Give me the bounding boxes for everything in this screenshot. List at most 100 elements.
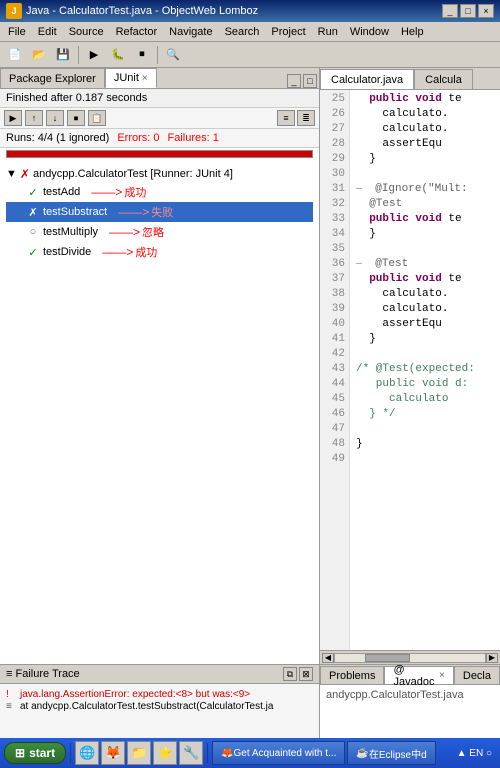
trace-btn-1[interactable]: ⧉ — [283, 667, 297, 681]
line-numbers: 25 26 27 28 29 30 31 32 33 34 35 36 37 3… — [320, 90, 350, 650]
tab-problems[interactable]: Problems — [320, 666, 384, 684]
time-display: ▲ EN ○ — [453, 748, 496, 759]
panel-controls: _ □ — [287, 74, 319, 88]
menu-project[interactable]: Project — [265, 24, 311, 40]
trace-btn-2[interactable]: ⊠ — [299, 667, 313, 681]
javadoc-close[interactable]: × — [439, 670, 445, 681]
suite-name: andycpp.CalculatorTest [Runner: JUnit 4] — [33, 168, 233, 180]
pass-icon-divide: ✓ — [26, 245, 40, 259]
failure-text-1: java.lang.AssertionError: expected:<8> b… — [20, 689, 250, 700]
menu-navigate[interactable]: Navigate — [163, 24, 218, 40]
test-case-add[interactable]: ✓ testAdd ——> 成功 — [6, 182, 313, 202]
menu-file[interactable]: File — [2, 24, 32, 40]
toolbar-save[interactable]: 💾 — [52, 45, 74, 65]
test-case-substract[interactable]: ✗ testSubstract ——> 失败 — [6, 202, 313, 222]
menu-edit[interactable]: Edit — [32, 24, 63, 40]
junit-prev-failure-btn[interactable]: ↑ — [25, 110, 43, 126]
failures-container: Failures: 1 — [168, 132, 219, 144]
panel-minimize-btn[interactable]: _ — [287, 74, 301, 88]
junit-stats: Runs: 4/4 (1 ignored) Errors: 0 Failures… — [0, 129, 319, 148]
taskbar-window-2[interactable]: ☕ 在Eclipse中d — [347, 741, 435, 765]
toolbar-new[interactable]: 📄 — [4, 45, 26, 65]
runs-label: Runs: 4/4 (1 ignored) — [6, 132, 109, 144]
scroll-thumb[interactable] — [365, 654, 410, 662]
ln-40: 40 — [324, 317, 345, 332]
toolbar-stop[interactable]: ⏹ — [131, 45, 153, 65]
editor-tab-calculator[interactable]: Calculator.java — [320, 69, 414, 89]
ln-34: 34 — [324, 227, 345, 242]
test-suite: ▼ ✗ andycpp.CalculatorTest [Runner: JUni… — [0, 164, 319, 264]
tab-package-explorer[interactable]: Package Explorer — [0, 68, 105, 88]
taskbar-firefox-label: 🦊 — [221, 748, 233, 759]
junit-rerun-btn[interactable]: ▶ — [4, 110, 22, 126]
junit-stop-btn[interactable]: ⏹ — [67, 110, 85, 126]
junit-tab-label: JUnit — [114, 72, 139, 84]
menu-bar: File Edit Source Refactor Navigate Searc… — [0, 22, 500, 42]
test-case-multiply[interactable]: ○ testMultiply ——> 忽略 — [6, 222, 313, 242]
junit-tab-close[interactable]: × — [142, 73, 148, 84]
app-icon: J — [6, 3, 22, 19]
declarations-label: Decla — [463, 670, 491, 682]
editor-tab-calcula[interactable]: Calcula — [414, 69, 473, 89]
ln-32: 32 — [324, 197, 345, 212]
start-button[interactable]: ⊞ start — [4, 742, 66, 764]
test-name-multiply: testMultiply — [43, 226, 98, 238]
test-name-divide: testDivide — [43, 246, 91, 258]
scroll-left-btn[interactable]: ◀ — [322, 653, 334, 663]
code-scrollbar[interactable]: ◀ ▶ — [320, 650, 500, 664]
code-44: public void d: — [356, 377, 494, 392]
maximize-button[interactable]: □ — [460, 4, 476, 18]
toolbar-debug[interactable]: 🐛 — [107, 45, 129, 65]
tab-junit[interactable]: JUnit × — [105, 68, 157, 88]
javadoc-label: @ Javadoc — [393, 664, 435, 688]
junit-collapse-btn[interactable]: ≡ — [277, 110, 295, 126]
tab-declarations[interactable]: Decla — [454, 666, 500, 684]
junit-next-failure-btn[interactable]: ↓ — [46, 110, 64, 126]
junit-expand-btn[interactable]: ≣ — [297, 110, 315, 126]
multiply-result: ——> 忽略 — [109, 224, 164, 240]
menu-search[interactable]: Search — [219, 24, 266, 40]
failure-trace-panel: ≡ Failure Trace ⧉ ⊠ ! java.lang.Assertio… — [0, 664, 319, 744]
test-case-divide[interactable]: ✓ testDivide ——> 成功 — [6, 242, 313, 262]
test-suite-header[interactable]: ▼ ✗ andycpp.CalculatorTest [Runner: JUni… — [6, 166, 313, 182]
junit-history-btn[interactable]: 📋 — [88, 110, 106, 126]
ln-37: 37 — [324, 272, 345, 287]
code-38: calculato. — [356, 287, 494, 302]
code-36: — @Test — [356, 257, 494, 272]
tab-javadoc[interactable]: @ Javadoc × — [384, 666, 453, 684]
code-content[interactable]: public void te calculato. calculato. ass… — [350, 90, 500, 650]
ln-43: 43 — [324, 362, 345, 377]
menu-help[interactable]: Help — [395, 24, 430, 40]
taskbar-ie-icon[interactable]: 🌐 — [75, 741, 99, 765]
taskbar-eclipse-label: ☕ — [356, 748, 368, 759]
panel-maximize-btn[interactable]: □ — [303, 74, 317, 88]
toolbar-search[interactable]: 🔍 — [162, 45, 184, 65]
menu-run[interactable]: Run — [312, 24, 344, 40]
taskbar-extra-icon[interactable]: 🔧 — [179, 741, 203, 765]
menu-source[interactable]: Source — [63, 24, 110, 40]
scroll-track[interactable] — [334, 653, 486, 663]
toolbar-open[interactable]: 📂 — [28, 45, 50, 65]
scroll-right-btn[interactable]: ▶ — [486, 653, 498, 663]
ln-44: 44 — [324, 377, 345, 392]
divide-label: 成功 — [135, 244, 157, 260]
failure-trace-header: ≡ Failure Trace ⧉ ⊠ — [0, 665, 319, 684]
toolbar-separator-1 — [78, 46, 79, 64]
ln-42: 42 — [324, 347, 345, 362]
code-46: } */ — [356, 407, 494, 422]
taskbar-folder-icon[interactable]: 📁 — [127, 741, 151, 765]
minimize-button[interactable]: _ — [442, 4, 458, 18]
menu-window[interactable]: Window — [344, 24, 395, 40]
code-43: /* @Test(expected: — [356, 362, 494, 377]
failure-line-1: ! java.lang.AssertionError: expected:<8>… — [6, 689, 313, 700]
toolbar: 📄 📂 💾 ▶ 🐛 ⏹ 🔍 — [0, 42, 500, 68]
window-title: Java - CalculatorTest.java - ObjectWeb L… — [26, 5, 258, 17]
editor-tab-calcula-label: Calcula — [425, 74, 462, 86]
taskbar-star-icon[interactable]: ⭐ — [153, 741, 177, 765]
toolbar-run[interactable]: ▶ — [83, 45, 105, 65]
close-button[interactable]: × — [478, 4, 494, 18]
taskbar-window-1[interactable]: 🦊 Get Acquainted with t... — [212, 741, 345, 765]
taskbar-firefox-icon[interactable]: 🦊 — [101, 741, 125, 765]
divide-result: ——> 成功 — [102, 244, 157, 260]
menu-refactor[interactable]: Refactor — [110, 24, 164, 40]
